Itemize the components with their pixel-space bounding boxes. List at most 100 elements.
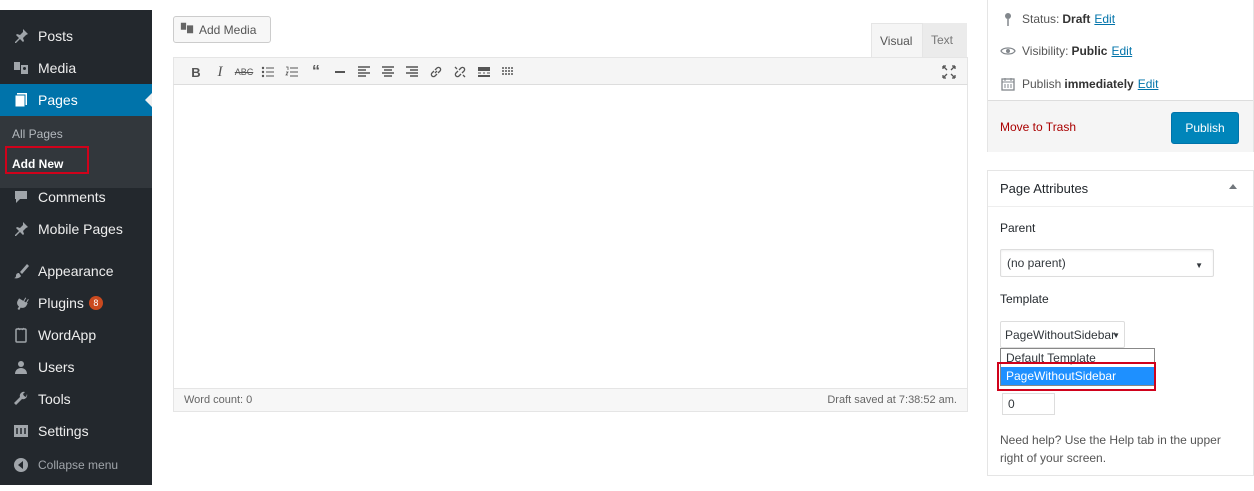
toolbar-toggle-icon: [502, 67, 514, 75]
sidebar-item-label: Users: [38, 359, 75, 375]
sidebar-item-mobile-pages[interactable]: Mobile Pages: [0, 213, 152, 245]
sidebar-item-media[interactable]: Media: [0, 52, 152, 84]
publish-actions: Move to Trash Publish: [988, 100, 1253, 152]
update-count-badge: 8: [88, 296, 103, 310]
sidebar-item-label: Posts: [38, 28, 74, 44]
publish-time-row: Publish immediately Edit: [1000, 77, 1158, 91]
fullscreen-icon: [942, 65, 956, 79]
sidebar-item-label: Collapse menu: [38, 458, 119, 472]
numbered-list-button[interactable]: [280, 62, 304, 82]
move-to-trash-link[interactable]: Move to Trash: [1000, 120, 1076, 134]
editor-content-area[interactable]: [173, 85, 968, 388]
sidebar-item-wordapp[interactable]: WordApp: [0, 319, 152, 351]
edit-publish-time-link[interactable]: Edit: [1138, 77, 1159, 91]
align-right-button[interactable]: [400, 62, 424, 82]
sidebar-item-label: Settings: [38, 423, 89, 439]
pages-icon: [12, 91, 30, 109]
parent-select[interactable]: (no parent) ▼: [1000, 249, 1214, 277]
admin-sidebar: Posts Media Pages All Pages Add New Comm…: [0, 10, 152, 485]
toolbar-toggle-button[interactable]: [496, 62, 520, 82]
order-input[interactable]: 0: [1002, 393, 1055, 415]
collapse-icon: [12, 456, 30, 474]
calendar-icon: [1000, 77, 1016, 91]
settings-icon: [12, 422, 30, 440]
read-more-button[interactable]: [472, 62, 496, 82]
template-select[interactable]: PageWithoutSidebar ▼: [1000, 321, 1125, 348]
edit-status-link[interactable]: Edit: [1094, 12, 1115, 26]
blockquote-button[interactable]: “: [304, 62, 328, 82]
add-media-button[interactable]: Add Media: [173, 16, 271, 43]
pin-icon: [1000, 12, 1016, 26]
page-attributes-box: Page Attributes Parent (no parent) ▼ Tem…: [987, 170, 1254, 476]
sidebar-item-appearance[interactable]: Appearance: [0, 255, 152, 287]
align-center-icon: [382, 66, 394, 77]
sidebar-item-tools[interactable]: Tools: [0, 383, 152, 415]
sidebar-item-settings[interactable]: Settings: [0, 415, 152, 447]
bullet-list-button[interactable]: [256, 62, 280, 82]
sidebar-item-label: Appearance: [38, 263, 114, 279]
status-label: Status:: [1022, 12, 1060, 26]
align-center-button[interactable]: [376, 62, 400, 82]
sidebar-item-label: Pages: [38, 92, 78, 108]
word-count: Word count: 0: [184, 394, 253, 406]
collapse-arrow-icon[interactable]: [1229, 184, 1237, 189]
align-left-icon: [358, 66, 370, 77]
page-attributes-title: Page Attributes: [1000, 181, 1089, 196]
sidebar-item-label: Mobile Pages: [38, 221, 123, 237]
dropdown-arrow-icon: ▼: [1195, 261, 1203, 270]
template-option-highlight-box: [997, 362, 1156, 391]
tab-text[interactable]: Text: [923, 23, 967, 57]
bullet-list-icon: [261, 66, 274, 78]
italic-button[interactable]: I: [208, 62, 232, 82]
add-new-highlight-box: [5, 146, 89, 174]
plugin-icon: [12, 294, 30, 312]
sidebar-item-label: Comments: [38, 189, 106, 205]
phone-icon: [12, 326, 30, 344]
status-value: Draft: [1062, 12, 1091, 26]
align-left-button[interactable]: [352, 62, 376, 82]
sidebar-item-label: WordApp: [38, 327, 97, 343]
sidebar-item-label: Plugins: [38, 295, 84, 311]
sidebar-item-plugins[interactable]: Plugins 8: [0, 287, 152, 319]
publish-box: Status: Draft Edit Visibility: Public Ed…: [987, 0, 1254, 152]
parent-label: Parent: [1000, 221, 1036, 235]
visibility-row: Visibility: Public Edit: [1000, 44, 1132, 58]
brush-icon: [12, 262, 30, 280]
publish-time-value: immediately: [1064, 77, 1134, 91]
horizontal-line-button[interactable]: [328, 62, 352, 82]
fullscreen-button[interactable]: [939, 62, 959, 82]
bold-button[interactable]: B: [184, 62, 208, 82]
sidebar-item-posts[interactable]: Posts: [0, 20, 152, 52]
horizontal-line-icon: [335, 71, 345, 73]
editor-toolbar: B I ABC “: [173, 57, 968, 85]
sidebar-item-pages[interactable]: Pages: [0, 84, 152, 116]
publish-button[interactable]: Publish: [1171, 112, 1239, 144]
numbered-list-icon: [285, 66, 298, 77]
parent-select-value: (no parent): [1007, 256, 1066, 270]
status-row: Status: Draft Edit: [1000, 12, 1115, 26]
remove-link-button[interactable]: [448, 62, 472, 82]
sidebar-item-label: Media: [38, 60, 77, 76]
publish-time-label: Publish: [1022, 77, 1062, 91]
pushpin-icon: [12, 220, 30, 238]
edit-visibility-link[interactable]: Edit: [1111, 44, 1132, 58]
sidebar-item-users[interactable]: Users: [0, 351, 152, 383]
add-media-label: Add Media: [199, 22, 257, 37]
tab-visual[interactable]: Visual: [871, 23, 923, 57]
post-editor: Add Media Visual Text B I ABC “ Word cou…: [173, 11, 968, 412]
submenu-all-pages[interactable]: All Pages: [12, 127, 63, 141]
help-text: Need help? Use the Help tab in the upper…: [1000, 433, 1221, 465]
sidebar-item-comments[interactable]: Comments: [0, 181, 152, 213]
media-icon: [12, 59, 30, 77]
template-select-value: PageWithoutSidebar: [1005, 327, 1116, 342]
read-more-icon: [478, 67, 490, 77]
editor-status-bar: Word count: 0 Draft saved at 7:38:52 am.: [173, 388, 968, 412]
media-icon: [180, 21, 194, 38]
unlink-icon: [454, 66, 466, 78]
page-attributes-header[interactable]: Page Attributes: [988, 171, 1253, 207]
strikethrough-button[interactable]: ABC: [232, 62, 256, 82]
collapse-menu-button[interactable]: Collapse menu: [0, 449, 152, 481]
pushpin-icon: [12, 27, 30, 45]
insert-link-button[interactable]: [424, 62, 448, 82]
template-label: Template: [1000, 292, 1049, 306]
